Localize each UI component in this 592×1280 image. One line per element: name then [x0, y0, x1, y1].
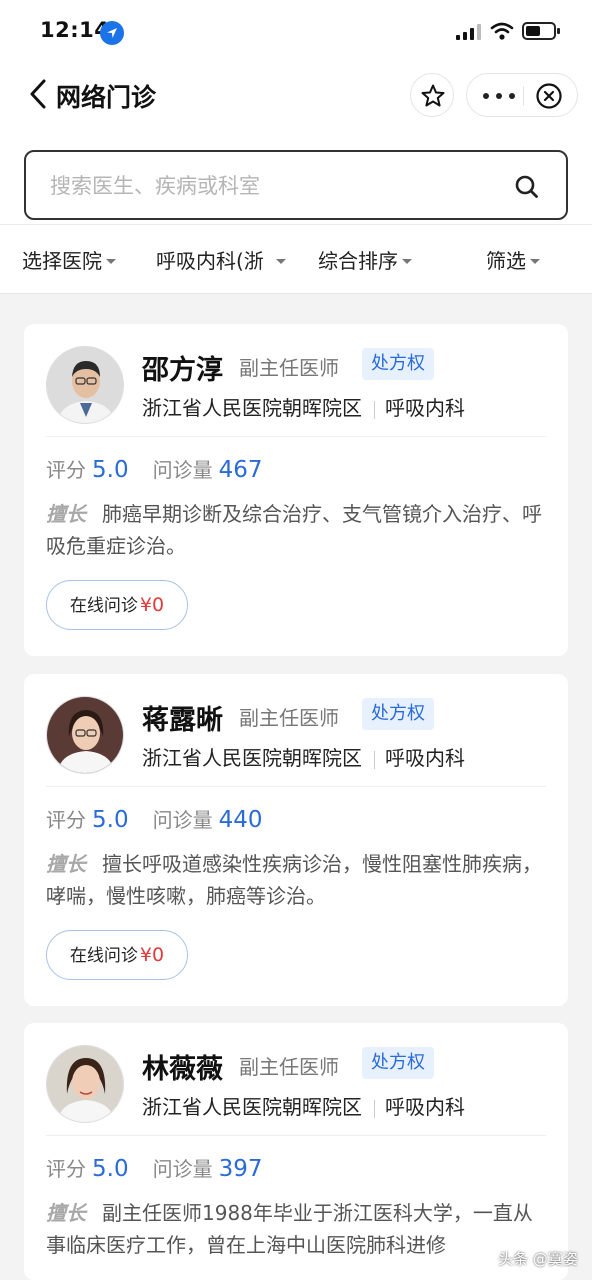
- rating-label: 评分: [46, 808, 86, 832]
- search-box[interactable]: [24, 150, 568, 220]
- department-name: 呼吸内科: [385, 1095, 465, 1119]
- close-icon[interactable]: [535, 82, 563, 110]
- speciality-text: 擅长呼吸道感染性疾病诊治，慢性阻塞性肺疾病，哮喘，慢性咳嗽，肺癌等诊治。: [46, 852, 542, 908]
- consult-count-label: 问诊量: [152, 1157, 213, 1181]
- caret-down-icon: [106, 258, 116, 264]
- speciality-tag: 擅长: [46, 852, 86, 876]
- filter-more[interactable]: 筛选: [486, 245, 540, 274]
- doctor-stats: 评分 5.0 问诊量 467: [46, 454, 262, 483]
- wifi-icon: [490, 22, 514, 40]
- status-time: 12:14: [40, 18, 110, 42]
- filter-sort[interactable]: 综合排序: [318, 245, 412, 274]
- doctor-card[interactable]: 林薇薇 副主任医师 处方权 浙江省人民医院朝晖院区 呼吸内科 评分 5.0 问诊量 39…: [24, 1023, 568, 1280]
- online-consult-label: 在线问诊: [69, 946, 138, 966]
- capsule-divider: [523, 86, 524, 106]
- doctor-name: 蒋露晰: [142, 705, 223, 736]
- department-name: 呼吸内科: [385, 396, 465, 420]
- mini-program-capsule: [466, 73, 578, 117]
- prescription-badge: 处方权: [362, 1047, 434, 1079]
- status-bar: 12:14: [0, 0, 592, 62]
- doctor-speciality: 擅长 擅长呼吸道感染性疾病诊治，慢性阻塞性肺疾病，哮喘，慢性咳嗽，肺癌等诊治。: [46, 848, 546, 912]
- hospital-name: 浙江省人民医院朝晖院区: [142, 746, 362, 770]
- doctor-title: 副主任医师: [239, 1055, 339, 1079]
- divider: [374, 400, 375, 419]
- divider: [374, 750, 375, 769]
- doctor-avatar: [46, 1045, 124, 1123]
- rating-label: 评分: [46, 1157, 86, 1181]
- online-consult-button[interactable]: 在线问诊 ¥0: [46, 930, 188, 980]
- consult-count-label: 问诊量: [152, 808, 213, 832]
- cellular-signal-icon: [456, 24, 481, 40]
- nav-bar: 网络门诊: [0, 62, 592, 132]
- doctor-speciality: 擅长 肺癌早期诊断及综合治疗、支气管镜介入治疗、呼吸危重症诊治。: [46, 498, 546, 562]
- doctor-hospital: 浙江省人民医院朝晖院区 呼吸内科: [142, 1091, 465, 1120]
- rating-value: 5.0: [92, 1156, 129, 1182]
- speciality-tag: 擅长: [46, 502, 86, 526]
- filter-sort-label: 综合排序: [318, 249, 398, 273]
- filter-department-label: 呼吸内科(浙: [156, 249, 264, 273]
- back-arrow-icon[interactable]: [24, 76, 54, 112]
- doctor-card[interactable]: 邵方淳 副主任医师 处方权 浙江省人民医院朝晖院区 呼吸内科 评分 5.0 问诊量 46…: [24, 324, 568, 656]
- doctor-stats: 评分 5.0 问诊量 397: [46, 1153, 262, 1182]
- filter-bar: 选择医院 呼吸内科(浙 综合排序 筛选: [0, 224, 592, 294]
- online-consult-label: 在线问诊: [69, 596, 138, 616]
- rating-value: 5.0: [92, 807, 129, 833]
- watermark: 头条 @寞姿: [498, 1250, 578, 1268]
- speciality-text: 肺癌早期诊断及综合治疗、支气管镜介入治疗、呼吸危重症诊治。: [46, 502, 542, 558]
- consult-count-label: 问诊量: [152, 458, 213, 482]
- doctor-title: 副主任医师: [239, 706, 339, 730]
- filter-more-label: 筛选: [486, 249, 526, 273]
- doctor-card[interactable]: 蒋露晰 副主任医师 处方权 浙江省人民医院朝晖院区 呼吸内科 评分 5.0 问诊量 44…: [24, 674, 568, 1006]
- search-icon[interactable]: [514, 174, 540, 200]
- department-name: 呼吸内科: [385, 746, 465, 770]
- doctor-name: 林薇薇: [142, 1054, 223, 1085]
- consult-count-value: 467: [218, 457, 263, 483]
- star-icon: [421, 84, 445, 107]
- search-section: [0, 132, 592, 224]
- caret-down-icon: [275, 258, 286, 264]
- search-input[interactable]: [50, 168, 490, 204]
- divider: [46, 436, 546, 437]
- divider: [46, 786, 546, 787]
- hospital-name: 浙江省人民医院朝晖院区: [142, 396, 362, 420]
- rating-value: 5.0: [92, 457, 129, 483]
- doctor-hospital: 浙江省人民医院朝晖院区 呼吸内科: [142, 742, 465, 771]
- prescription-badge: 处方权: [362, 348, 434, 380]
- consult-price: ¥0: [139, 594, 165, 616]
- consult-price: ¥0: [139, 944, 165, 966]
- caret-down-icon: [530, 258, 540, 264]
- doctor-avatar: [46, 696, 124, 774]
- doctor-speciality: 擅长 副主任医师1988年毕业于浙江医科大学，一直从事临床医疗工作，曾在上海中山医…: [46, 1197, 546, 1261]
- favorite-button[interactable]: [410, 73, 454, 117]
- location-arrow-icon: [100, 21, 124, 45]
- hospital-name: 浙江省人民医院朝晖院区: [142, 1095, 362, 1119]
- filter-department[interactable]: 呼吸内科(浙: [156, 245, 286, 274]
- speciality-text: 副主任医师1988年毕业于浙江医科大学，一直从事临床医疗工作，曾在上海中山医院肺…: [46, 1201, 533, 1257]
- filter-hospital[interactable]: 选择医院: [22, 245, 116, 274]
- filter-hospital-label: 选择医院: [22, 249, 102, 273]
- caret-down-icon: [402, 258, 412, 264]
- doctor-hospital: 浙江省人民医院朝晖院区 呼吸内科: [142, 392, 465, 421]
- rating-label: 评分: [46, 458, 86, 482]
- consult-count-value: 440: [218, 807, 263, 833]
- page-title: 网络门诊: [56, 83, 157, 112]
- prescription-badge: 处方权: [362, 698, 434, 730]
- divider: [374, 1099, 375, 1118]
- battery-icon: [522, 22, 560, 40]
- online-consult-button[interactable]: 在线问诊 ¥0: [46, 580, 188, 630]
- doctor-stats: 评分 5.0 问诊量 440: [46, 804, 262, 833]
- divider: [46, 1135, 546, 1136]
- doctor-name: 邵方淳: [142, 355, 223, 386]
- consult-count-value: 397: [218, 1156, 263, 1182]
- doctor-title: 副主任医师: [239, 356, 339, 380]
- speciality-tag: 擅长: [46, 1201, 86, 1225]
- doctor-avatar: [46, 346, 124, 424]
- more-icon[interactable]: [483, 93, 515, 99]
